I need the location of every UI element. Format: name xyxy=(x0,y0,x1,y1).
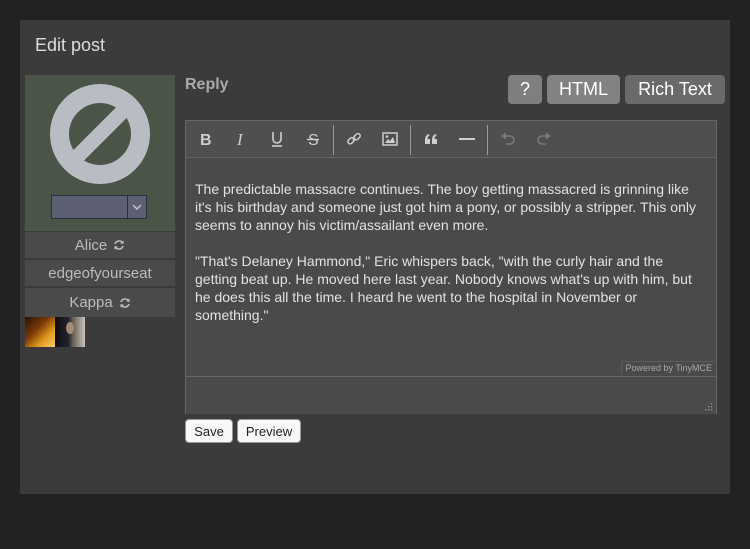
account-edgeofyourseat[interactable]: edgeofyourseat xyxy=(25,259,175,286)
redo-icon[interactable] xyxy=(530,125,558,153)
content-paragraph: The predictable massacre continues. The … xyxy=(195,181,696,233)
save-button[interactable]: Save xyxy=(185,419,233,443)
powered-by-label[interactable]: Powered by TinyMCE xyxy=(621,361,715,374)
refresh-icon[interactable] xyxy=(113,239,125,251)
account-name: Alice xyxy=(74,236,108,254)
toolbar-separator xyxy=(333,125,334,155)
content-paragraph: "That's Delaney Hammond," Eric whispers … xyxy=(195,253,692,323)
html-mode-button[interactable]: HTML xyxy=(547,75,620,104)
no-avatar-icon xyxy=(50,84,150,184)
editor-toolbar: B I S xyxy=(186,121,716,158)
account-alice[interactable]: Alice xyxy=(25,231,175,258)
toolbar-separator xyxy=(487,125,488,155)
svg-text:I: I xyxy=(236,131,244,147)
blockquote-icon[interactable] xyxy=(417,125,445,153)
help-button[interactable]: ? xyxy=(508,75,542,104)
rich-text-mode-button[interactable]: Rich Text xyxy=(625,75,725,104)
resize-handle-icon[interactable] xyxy=(705,403,713,411)
horizontal-rule-icon[interactable] xyxy=(453,125,481,153)
editor-content[interactable]: The predictable massacre continues. The … xyxy=(195,180,707,342)
italic-icon[interactable]: I xyxy=(227,125,255,153)
chevron-down-icon xyxy=(127,196,146,218)
refresh-icon[interactable] xyxy=(119,297,131,309)
underline-icon[interactable] xyxy=(263,125,291,153)
landscape-thumbnail[interactable] xyxy=(25,317,55,347)
editor-statusbar xyxy=(186,376,716,414)
link-icon[interactable] xyxy=(340,125,368,153)
svg-text:B: B xyxy=(200,132,212,147)
account-name: Kappa xyxy=(69,294,113,311)
toolbar-separator xyxy=(410,125,411,155)
account-name: edgeofyourseat xyxy=(48,264,152,282)
account-kappa[interactable]: Kappa xyxy=(25,287,175,317)
undo-icon[interactable] xyxy=(494,125,522,153)
preview-button[interactable]: Preview xyxy=(237,419,301,443)
icon-select[interactable] xyxy=(51,195,147,219)
bold-icon[interactable]: B xyxy=(191,125,219,153)
strikethrough-icon[interactable]: S xyxy=(299,125,327,153)
image-icon[interactable] xyxy=(376,125,404,153)
panel-title: Edit post xyxy=(35,35,106,55)
reply-label: Reply xyxy=(185,76,229,93)
rich-text-editor[interactable]: B I S The predictable massacre continues… xyxy=(185,120,717,414)
person-thumbnail[interactable] xyxy=(55,317,85,347)
edit-post-panel: Edit post Alice edgeofyourseat Kappa Rep… xyxy=(20,20,730,494)
